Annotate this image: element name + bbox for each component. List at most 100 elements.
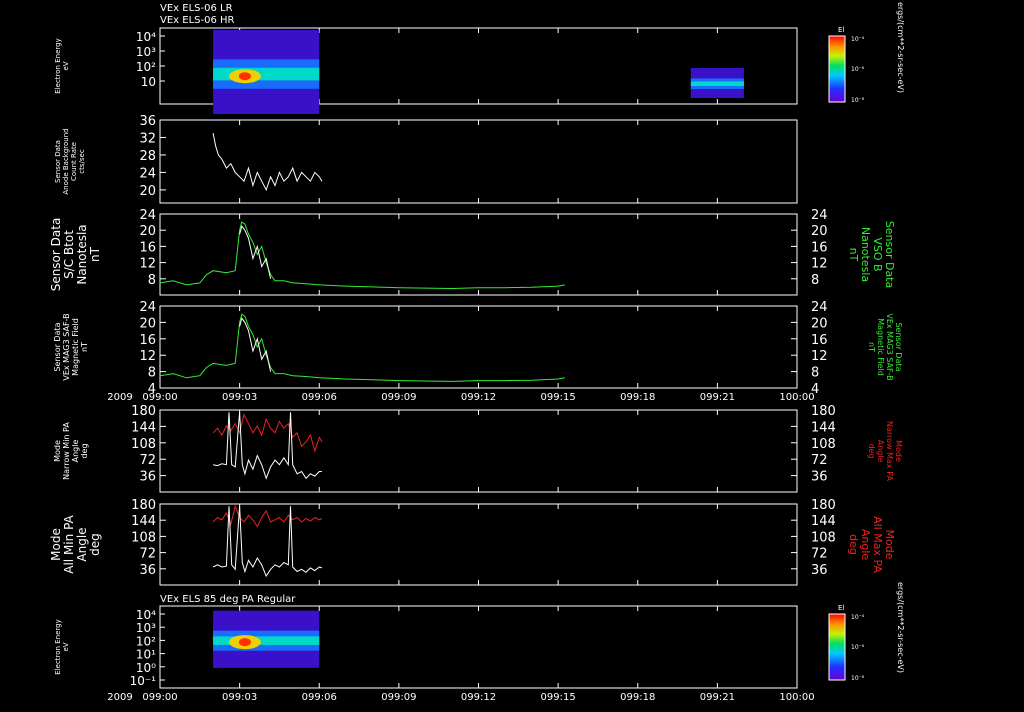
y-axis-label-narrow-pa-2: Angle xyxy=(71,440,80,463)
y-axis-label-mag-field-1: VEx MAG3 SAF-B xyxy=(62,313,71,380)
time-tick-label-3-8: 100:00 xyxy=(779,392,814,403)
y-tick-label-narrow-pa-4: 180 xyxy=(131,404,156,419)
y-axis-label-sc-btot-0: Sensor Data xyxy=(49,218,63,292)
y-tick-label-all-pa-4: 180 xyxy=(131,498,156,513)
y-axis-label-background-0: Sensor Data xyxy=(54,140,62,183)
series-line-background-0 xyxy=(212,133,323,192)
y-axis-label-all-pa-0: Mode xyxy=(49,528,63,561)
time-tick-label-3-7: 099:21 xyxy=(700,392,735,403)
colorbar-bottom-label: El xyxy=(838,604,844,612)
colorbar-bottom-tick-2: 10⁻⁶ xyxy=(851,644,865,651)
y-axis-label-right-all-pa-3: deg xyxy=(847,534,860,555)
y-tick-label-right-mag-field-4: 20 xyxy=(811,316,828,331)
y-tick-label-all-pa-3: 144 xyxy=(131,514,156,529)
time-tick-label-3-2: 099:06 xyxy=(302,392,337,403)
time-year-label-6: 2009 xyxy=(107,692,132,703)
y-tick-label-all-pa-1: 72 xyxy=(139,547,156,562)
y-tick-label-background-2: 28 xyxy=(139,149,156,164)
y-axis-label-mag-field-3: nT xyxy=(80,342,89,352)
time-tick-label-6-1: 099:03 xyxy=(222,692,257,703)
y-tick-label-right-narrow-pa-3: 144 xyxy=(811,420,836,435)
time-tick-label-3-6: 099:18 xyxy=(620,392,655,403)
y-tick-label-spectrogram-top-3: 10 xyxy=(141,75,156,89)
y-tick-label-sc-btot-0: 8 xyxy=(148,273,156,288)
time-tick-label-3-1: 099:03 xyxy=(222,392,257,403)
panel-frame-background xyxy=(159,119,798,204)
y-tick-label-right-all-pa-2: 108 xyxy=(811,530,836,545)
y-tick-label-right-sc-btot-1: 12 xyxy=(811,257,828,272)
y-axis-label-spectrogram-bottom-1: eV xyxy=(62,642,70,651)
y-tick-label-right-narrow-pa-0: 36 xyxy=(811,470,828,485)
chart-stage: VEx ELS-06 LR VEx ELS-06 HR VEx ELS 85 d… xyxy=(0,0,1024,708)
y-axis-label-right-mag-field-0: Sensor Data xyxy=(894,322,903,371)
series-line-sc-btot-1 xyxy=(239,225,272,279)
y-axis-label-mag-field-2: Magnetic Field xyxy=(71,318,80,376)
series-line-all-pa-1 xyxy=(212,506,323,578)
y-tick-label-all-pa-0: 36 xyxy=(139,563,156,578)
colorbar-bottom-unit: ergs/(cm**2-sr-sec-eV) xyxy=(896,582,905,673)
y-tick-label-background-3: 32 xyxy=(139,131,156,146)
y-tick-label-spectrogram-bottom-3: 10¹ xyxy=(136,648,156,662)
y-axis-label-all-pa-2: Angle xyxy=(75,527,89,561)
y-axis-label-sc-btot-3: nT xyxy=(88,246,102,262)
series-line-mag-field-0 xyxy=(159,313,565,382)
y-axis-label-right-mag-field-1: VEx MAG3 SAF-B xyxy=(885,313,894,380)
time-tick-label-6-0: 099:00 xyxy=(142,692,177,703)
time-tick-label-3-5: 099:15 xyxy=(541,392,576,403)
series-line-sc-btot-0 xyxy=(159,221,565,290)
y-axis-label-right-mag-field-2: Magnetic Field xyxy=(876,318,885,376)
colorbar-bottom xyxy=(828,613,846,681)
y-tick-label-spectrogram-bottom-2: 10² xyxy=(136,634,156,648)
y-tick-label-right-mag-field-5: 24 xyxy=(811,300,828,315)
header-line1: VEx ELS-06 LR xyxy=(160,3,233,14)
colorbar-top-unit: ergs/(cm**2-sr-sec-eV) xyxy=(896,2,905,93)
panel-frame-mag-field xyxy=(159,305,798,389)
header-line2: VEx ELS-06 HR xyxy=(160,15,235,26)
y-tick-label-spectrogram-bottom-0: 10⁴ xyxy=(136,608,156,622)
y-axis-label-right-narrow-pa-3: deg xyxy=(867,443,876,458)
y-tick-label-right-mag-field-3: 16 xyxy=(811,333,828,348)
y-axis-label-right-narrow-pa-1: Narrow Max PA xyxy=(885,421,894,482)
y-axis-label-spectrogram-bottom-0: Electron Energy xyxy=(54,619,62,674)
y-tick-label-right-all-pa-0: 36 xyxy=(811,563,828,578)
y-tick-label-right-sc-btot-4: 24 xyxy=(811,208,828,223)
mid-title: VEx ELS 85 deg PA Regular xyxy=(160,594,296,605)
panel-frame-narrow-pa xyxy=(159,409,798,493)
y-tick-label-mag-field-2: 12 xyxy=(139,349,156,364)
chart-svg: VEx ELS-06 LR VEx ELS-06 HR VEx ELS 85 d… xyxy=(49,2,905,703)
y-tick-label-all-pa-2: 108 xyxy=(131,530,156,545)
y-tick-label-narrow-pa-0: 36 xyxy=(139,470,156,485)
time-tick-label-3-4: 099:12 xyxy=(461,392,496,403)
y-axis-label-right-mag-field-3: nT xyxy=(867,342,876,352)
y-tick-label-narrow-pa-2: 108 xyxy=(131,437,156,452)
y-tick-label-mag-field-1: 8 xyxy=(148,366,156,381)
y-tick-label-right-mag-field-2: 12 xyxy=(811,349,828,364)
colorbar-top-tick-3: 10⁻⁸ xyxy=(851,97,865,104)
y-tick-label-sc-btot-1: 12 xyxy=(139,257,156,272)
y-axis-label-background-2: Count Rate xyxy=(70,142,78,181)
y-tick-label-right-sc-btot-0: 8 xyxy=(811,273,819,288)
time-tick-label-6-3: 099:09 xyxy=(381,692,416,703)
y-axis-label-narrow-pa-1: Narrow Min PA xyxy=(62,422,71,480)
y-tick-label-sc-btot-4: 24 xyxy=(139,208,156,223)
y-tick-label-narrow-pa-3: 144 xyxy=(131,420,156,435)
colorbar-top xyxy=(828,35,846,103)
colorbar-top-tick-1: 10⁻⁴ xyxy=(851,36,865,43)
y-tick-label-right-mag-field-1: 8 xyxy=(811,366,819,381)
y-tick-label-spectrogram-top-2: 10² xyxy=(136,60,156,74)
y-axis-label-right-narrow-pa-2: Angle xyxy=(876,440,885,463)
y-tick-label-right-all-pa-1: 72 xyxy=(811,547,828,562)
colorbar-top-label: El xyxy=(838,26,844,34)
spectrogram-core-spectrogram-top-1 xyxy=(690,81,744,86)
time-tick-label-6-4: 099:12 xyxy=(461,692,496,703)
y-tick-label-right-all-pa-3: 144 xyxy=(811,514,836,529)
y-axis-label-right-narrow-pa-0: Mode xyxy=(894,440,903,462)
y-axis-label-mag-field-0: Sensor Data xyxy=(53,322,62,371)
y-tick-label-mag-field-3: 16 xyxy=(139,333,156,348)
spectrogram-core-spectrogram-bottom-0 xyxy=(213,636,320,645)
colorbar-bottom-tick-3: 10⁻⁸ xyxy=(851,675,865,682)
y-axis-label-all-pa-3: deg xyxy=(88,533,102,556)
y-axis-label-spectrogram-top-1: eV xyxy=(62,61,70,70)
y-axis-label-background-3: cts/sec xyxy=(78,149,86,174)
y-tick-label-right-sc-btot-2: 16 xyxy=(811,240,828,255)
